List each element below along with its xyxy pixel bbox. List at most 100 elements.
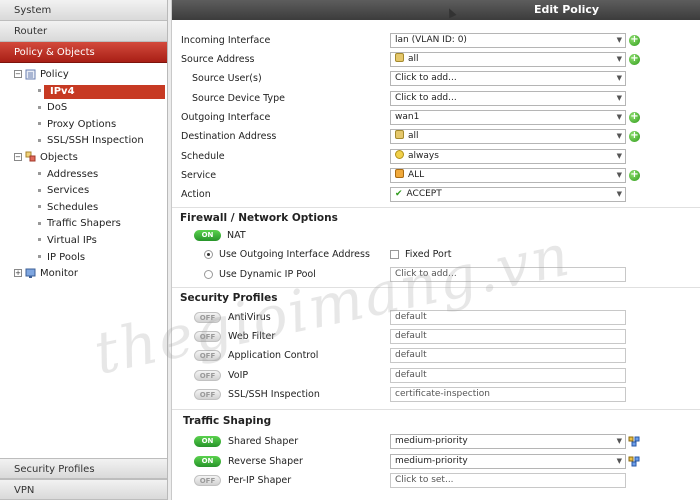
nav-security-profiles[interactable]: Security Profiles bbox=[0, 458, 167, 479]
expand-icon[interactable]: + bbox=[14, 269, 22, 278]
use-outgoing-label: Use Outgoing Interface Address bbox=[219, 249, 370, 260]
row-per-ip-shaper: OFF Per-IP Shaper Click to set... bbox=[172, 473, 700, 489]
nav-policy-objects[interactable]: Policy & Objects bbox=[0, 42, 167, 63]
add-icon[interactable]: + bbox=[629, 35, 640, 46]
row-nat: ON NAT bbox=[172, 228, 700, 244]
collapse-icon[interactable]: − bbox=[14, 152, 22, 161]
per-ip-shaper-input[interactable]: Click to set... bbox=[390, 473, 626, 488]
edit-policy-panel: Edit Policy Incoming Interface lan (VLAN… bbox=[172, 0, 700, 500]
voip-profile-input[interactable]: default bbox=[390, 368, 626, 383]
tree-label: Proxy Options bbox=[47, 118, 117, 130]
row-use-outgoing: Use Outgoing Interface Address Fixed Por… bbox=[172, 247, 700, 263]
field-label: Source User(s) bbox=[192, 73, 262, 84]
add-icon[interactable]: + bbox=[629, 170, 640, 181]
row-application-control: OFF Application Control default bbox=[172, 348, 700, 364]
shared-shaper-toggle[interactable]: ON bbox=[194, 436, 221, 447]
action-select[interactable]: ✔ ACCEPT ▼ bbox=[390, 187, 626, 202]
source-address-select[interactable]: all ▼ bbox=[390, 52, 626, 67]
bullet-icon bbox=[38, 188, 41, 192]
select-value: Click to add... bbox=[395, 73, 457, 83]
row-source-users: Source User(s) Click to add... ▼ bbox=[172, 71, 700, 87]
field-label: Action bbox=[181, 189, 211, 200]
outgoing-interface-select[interactable]: wan1 ▼ bbox=[390, 110, 626, 125]
add-icon[interactable]: + bbox=[629, 54, 640, 65]
add-icon[interactable]: + bbox=[629, 112, 640, 123]
shaping-section-title: Traffic Shaping bbox=[183, 415, 272, 427]
bullet-icon bbox=[38, 105, 41, 109]
nav-vpn[interactable]: VPN bbox=[0, 479, 167, 500]
tree-label: Addresses bbox=[47, 168, 99, 180]
shaper-edit-icon[interactable] bbox=[628, 435, 640, 447]
tree-label: Services bbox=[47, 185, 90, 197]
row-reverse-shaper: ON Reverse Shaper medium-priority ▼ bbox=[172, 454, 700, 470]
service-select[interactable]: ALL ▼ bbox=[390, 168, 626, 183]
row-use-dynamic: Use Dynamic IP Pool Click to add... bbox=[172, 267, 700, 283]
reverse-shaper-toggle[interactable]: ON bbox=[194, 456, 221, 467]
source-users-select[interactable]: Click to add... ▼ bbox=[390, 71, 626, 86]
bullet-icon bbox=[38, 122, 41, 126]
tree-traffic-shapers[interactable]: Traffic Shapers bbox=[0, 216, 167, 233]
add-icon[interactable]: + bbox=[629, 131, 640, 142]
fixed-port-checkbox[interactable] bbox=[390, 250, 399, 259]
fixed-port-label: Fixed Port bbox=[405, 249, 452, 260]
schedule-select[interactable]: always ▼ bbox=[390, 149, 626, 164]
select-value: wan1 bbox=[395, 112, 420, 122]
nat-toggle[interactable]: ON bbox=[194, 230, 221, 241]
tree-services[interactable]: Services bbox=[0, 183, 167, 200]
tree-objects[interactable]: − Objects bbox=[0, 150, 167, 167]
tree-ssl-ssh[interactable]: SSL/SSH Inspection bbox=[0, 133, 167, 150]
voip-toggle[interactable]: OFF bbox=[194, 370, 221, 381]
shared-shaper-label: Shared Shaper bbox=[228, 436, 299, 447]
dropdown-arrow-icon: ▼ bbox=[616, 74, 622, 82]
tree-ipv4[interactable]: IPv4 bbox=[0, 84, 167, 101]
select-value: always bbox=[408, 151, 439, 161]
antivirus-toggle[interactable]: OFF bbox=[194, 312, 221, 323]
per-ip-shaper-toggle[interactable]: OFF bbox=[194, 475, 221, 486]
incoming-interface-select[interactable]: lan (VLAN ID: 0) ▼ bbox=[390, 33, 626, 48]
firewall-section-title: Firewall / Network Options bbox=[180, 212, 338, 224]
shaper-edit-icon[interactable] bbox=[628, 455, 640, 467]
tree-schedules[interactable]: Schedules bbox=[0, 200, 167, 217]
select-value: Click to add... bbox=[395, 93, 457, 103]
ip-pool-input[interactable]: Click to add... bbox=[390, 267, 626, 282]
web-filter-toggle[interactable]: OFF bbox=[194, 331, 221, 342]
tree-virtual-ips[interactable]: Virtual IPs bbox=[0, 233, 167, 250]
bullet-icon bbox=[38, 172, 41, 176]
app-control-profile-input[interactable]: default bbox=[390, 348, 626, 363]
bullet-icon bbox=[38, 89, 41, 93]
tree-label: SSL/SSH Inspection bbox=[47, 135, 144, 147]
web-filter-profile-input[interactable]: default bbox=[390, 329, 626, 344]
app-control-label: Application Control bbox=[228, 350, 319, 361]
tree-dos[interactable]: DoS bbox=[0, 100, 167, 117]
divider bbox=[172, 207, 700, 208]
use-dynamic-radio[interactable] bbox=[204, 270, 213, 279]
nav-system[interactable]: System bbox=[0, 0, 167, 21]
reverse-shaper-select[interactable]: medium-priority ▼ bbox=[390, 454, 626, 469]
antivirus-profile-input[interactable]: default bbox=[390, 310, 626, 325]
nav-router[interactable]: Router bbox=[0, 21, 167, 42]
ssl-inspection-profile-input[interactable]: certificate-inspection bbox=[390, 387, 626, 402]
tree-label: Virtual IPs bbox=[47, 234, 97, 246]
row-incoming-interface: Incoming Interface lan (VLAN ID: 0) ▼ + bbox=[172, 33, 700, 49]
tree-label: Schedules bbox=[47, 201, 99, 213]
source-device-select[interactable]: Click to add... ▼ bbox=[390, 91, 626, 106]
tree-proxy-options[interactable]: Proxy Options bbox=[0, 117, 167, 134]
bullet-icon bbox=[38, 205, 41, 209]
collapse-icon[interactable]: − bbox=[14, 70, 22, 78]
tree-ip-pools[interactable]: IP Pools bbox=[0, 250, 167, 267]
use-outgoing-radio[interactable] bbox=[204, 250, 213, 259]
destination-address-select[interactable]: all ▼ bbox=[390, 129, 626, 144]
tree-label: Monitor bbox=[40, 268, 79, 280]
select-value: all bbox=[408, 131, 419, 141]
tree-addresses[interactable]: Addresses bbox=[0, 167, 167, 184]
ssl-inspection-toggle[interactable]: OFF bbox=[194, 389, 221, 400]
service-icon bbox=[395, 169, 404, 178]
dropdown-arrow-icon: ▼ bbox=[616, 113, 622, 121]
address-icon bbox=[395, 130, 404, 139]
tree-monitor[interactable]: + Monitor bbox=[0, 266, 167, 283]
row-action: Action ✔ ACCEPT ▼ bbox=[172, 187, 700, 203]
tree-policy[interactable]: − Policy bbox=[0, 67, 167, 84]
app-control-toggle[interactable]: OFF bbox=[194, 350, 221, 361]
shared-shaper-select[interactable]: medium-priority ▼ bbox=[390, 434, 626, 449]
row-schedule: Schedule always ▼ bbox=[172, 149, 700, 165]
